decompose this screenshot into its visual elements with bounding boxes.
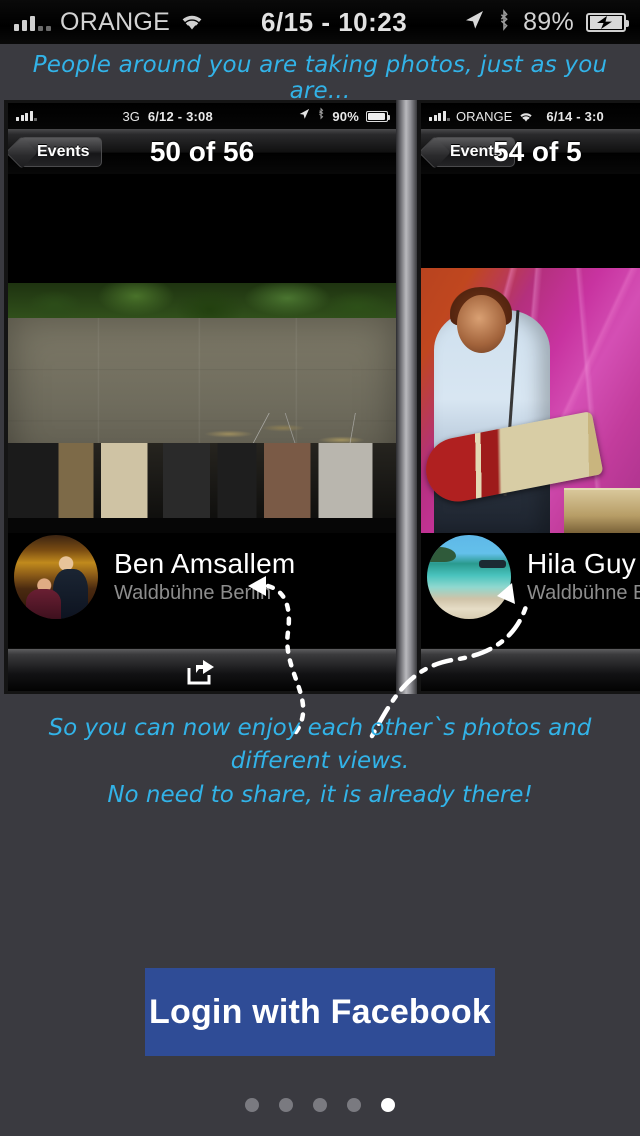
wifi-icon <box>518 110 534 122</box>
phone1-battery-percent: 90% <box>332 108 359 124</box>
phone1-back-button-events[interactable]: Events <box>20 136 103 167</box>
phone2-venue: Waldbühne Be <box>527 581 640 604</box>
phone2-user-name: Hila Guy <box>527 548 636 580</box>
phone2-toolbar <box>421 648 640 691</box>
phone1-toolbar <box>8 648 396 691</box>
signal-bars-icon <box>429 111 450 121</box>
onboarding-screen: ORANGE 6/15 - 10:23 89% People around yo… <box>0 0 640 1136</box>
page-dot-2[interactable] <box>279 1098 293 1112</box>
phone1-network-label: 3G <box>122 108 140 124</box>
status-time: 6/15 - 10:23 <box>261 6 408 37</box>
headline-text: People around you are taking photos, jus… <box>32 52 608 104</box>
phone2-status-bar: ORANGE 6/14 - 3:0 <box>421 103 640 129</box>
phone-screenshot-1: 3G 6/12 - 3:08 90% Events 50 of 56 Ben A… <box>4 100 396 694</box>
phone2-back-button-events[interactable]: Events <box>433 136 516 167</box>
carrier-label: ORANGE <box>60 7 171 36</box>
phone1-user-name: Ben Amsallem <box>114 548 296 580</box>
signal-bars-icon <box>16 111 37 121</box>
subcaption-line-2: No need to share, it is already there! <box>107 781 533 808</box>
location-arrow-icon <box>463 9 485 36</box>
login-with-facebook-button[interactable]: Login with Facebook <box>145 968 495 1056</box>
battery-charging-icon <box>586 12 629 32</box>
phone1-photo-caption: Ben Amsallem Waldbühne Berlin <box>8 533 396 621</box>
phone2-nav-bar: Events 54 of 5 <box>421 129 640 175</box>
subcaption-line-1: So you can now enjoy each other`s photos… <box>48 715 592 775</box>
wifi-icon <box>179 12 205 32</box>
phone2-photo-caption: Hila Guy Waldbühne Be <box>421 533 640 621</box>
subcaption-text: So you can now enjoy each other`s photos… <box>0 712 640 812</box>
avatar-couple <box>14 535 98 619</box>
phone2-nav-title: 54 of 5 <box>493 135 582 167</box>
phone1-time: 6/12 - 3:08 <box>147 108 213 124</box>
phone1-nav-bar: Events 50 of 56 <box>8 129 396 175</box>
phone-bezel-divider <box>396 100 417 694</box>
phone1-back-button-label: Events <box>37 142 90 160</box>
phone-screenshots-strip: 3G 6/12 - 3:08 90% Events 50 of 56 Ben A… <box>0 100 640 694</box>
phone2-photo <box>421 268 640 533</box>
phone1-venue: Waldbühne Berlin <box>114 581 272 604</box>
share-icon[interactable] <box>187 659 217 685</box>
phone-screenshot-2: ORANGE 6/14 - 3:0 Events 54 of 5 Hila Gu… <box>417 100 640 694</box>
musician-head <box>456 294 506 353</box>
bassist-on-stage-photo <box>421 268 640 533</box>
location-arrow-icon <box>298 107 310 125</box>
battery-percent-label: 89% <box>523 7 574 36</box>
phone2-back-button-label: Events <box>450 142 503 160</box>
page-dot-4[interactable] <box>347 1098 361 1112</box>
avatar-beach <box>427 535 511 619</box>
phone2-carrier-label: ORANGE <box>456 108 513 124</box>
phone1-status-bar: 3G 6/12 - 3:08 90% <box>8 103 396 129</box>
stage-floor <box>8 518 396 533</box>
empty-concert-stage-photo <box>8 283 396 533</box>
bluetooth-icon <box>317 107 325 125</box>
page-indicator <box>0 1098 640 1112</box>
trees-background <box>8 283 396 321</box>
page-dot-3[interactable] <box>313 1098 327 1112</box>
bluetooth-icon <box>497 8 511 36</box>
phone1-photo <box>8 283 396 533</box>
stage-amplifier <box>563 487 640 533</box>
phone2-time: 6/14 - 3:0 <box>546 108 604 124</box>
signal-bars-icon <box>14 13 51 31</box>
battery-icon <box>366 110 390 122</box>
page-dot-5[interactable] <box>381 1098 395 1112</box>
device-status-bar: ORANGE 6/15 - 10:23 89% <box>0 0 640 44</box>
page-dot-1[interactable] <box>245 1098 259 1112</box>
